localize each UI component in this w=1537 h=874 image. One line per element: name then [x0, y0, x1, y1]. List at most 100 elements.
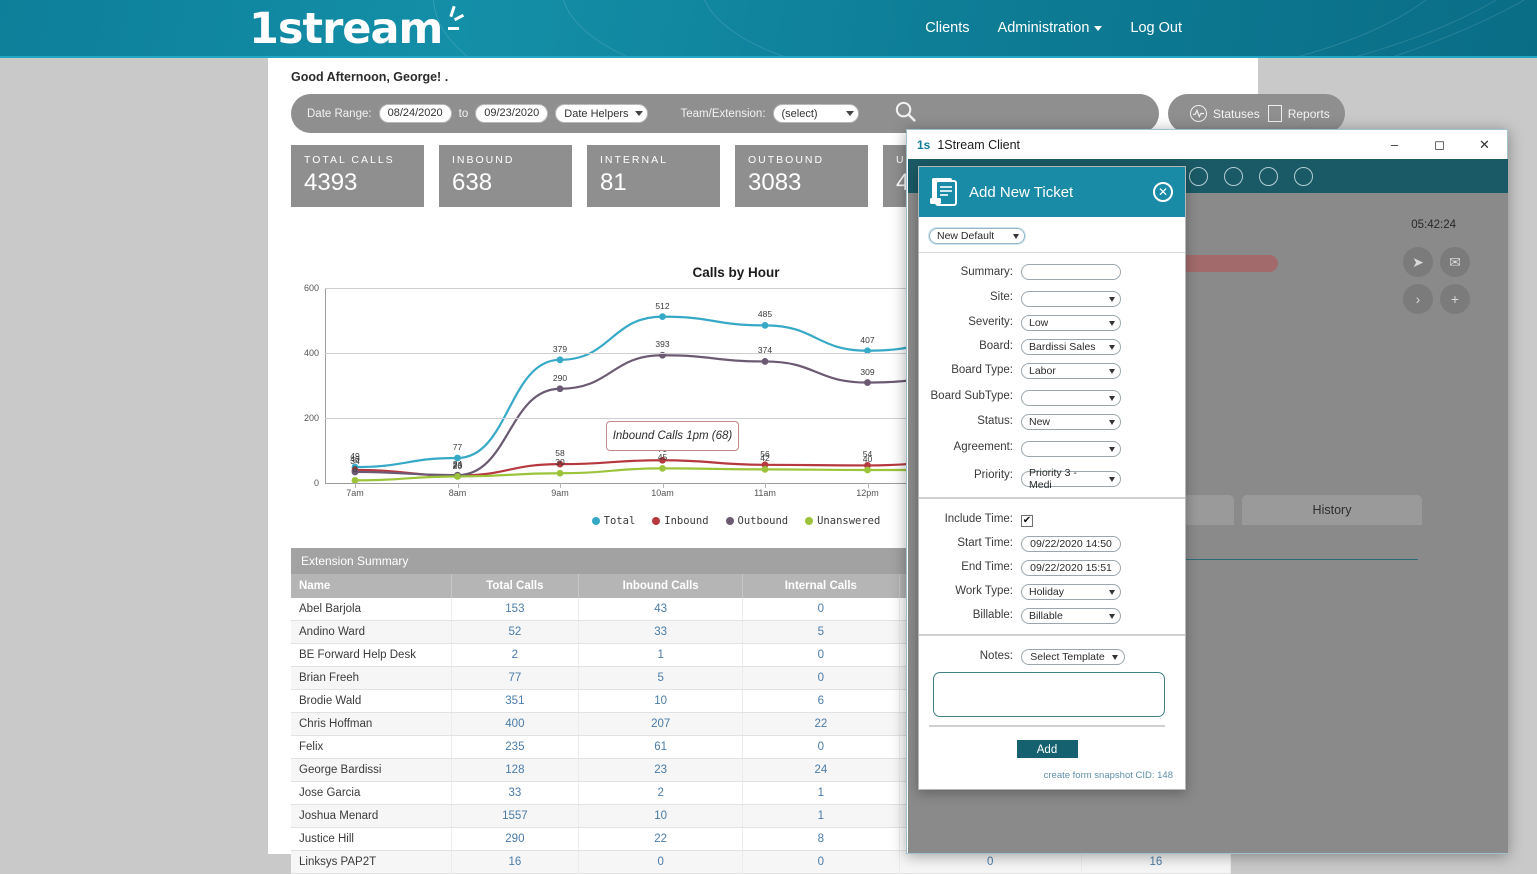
template-select[interactable]: New Default: [929, 228, 1025, 244]
boardsubtype-select[interactable]: [1021, 390, 1121, 406]
table-cell-value[interactable]: 33: [579, 621, 743, 644]
site-select[interactable]: [1021, 291, 1121, 307]
date-to-input[interactable]: 09/23/2020: [475, 104, 548, 123]
table-cell-value[interactable]: 10: [579, 805, 743, 828]
app-logo[interactable]: 1stream: [249, 4, 464, 54]
table-cell-value[interactable]: 153: [451, 598, 579, 621]
table-cell-value[interactable]: 207: [579, 713, 743, 736]
summary-input[interactable]: [1021, 264, 1121, 280]
table-cell-value[interactable]: 2: [579, 782, 743, 805]
legend-item-unanswered[interactable]: Unanswered: [805, 515, 880, 527]
table-cell-value[interactable]: 6: [743, 690, 899, 713]
worktype-select[interactable]: Holiday: [1021, 584, 1121, 600]
team-extension-select[interactable]: (select): [773, 104, 859, 123]
table-cell-value[interactable]: 10: [579, 690, 743, 713]
mail-icon[interactable]: ✉: [1440, 247, 1470, 277]
severity-select[interactable]: Low: [1021, 315, 1121, 331]
field-control: Low: [1021, 313, 1175, 331]
table-column-header[interactable]: Internal Calls: [743, 574, 899, 598]
client-window-titlebar[interactable]: 1s 1Stream Client – ◻ ✕: [907, 130, 1507, 159]
field-control: [1021, 286, 1175, 307]
legend-item-inbound[interactable]: Inbound: [652, 515, 708, 527]
send-icon[interactable]: ➤: [1403, 247, 1433, 277]
table-cell-value[interactable]: 128: [451, 759, 579, 782]
stat-card-inbound[interactable]: INBOUND 638: [439, 145, 572, 207]
table-cell-value[interactable]: 61: [579, 736, 743, 759]
stat-card-total-calls[interactable]: TOTAL CALLS 4393: [291, 145, 424, 207]
stat-card-outbound[interactable]: OUTBOUND 3083: [735, 145, 868, 207]
table-cell-value[interactable]: 23: [579, 759, 743, 782]
template-select-value: New Default: [937, 230, 994, 242]
create-form-snapshot-note[interactable]: create form snapshot CID: 148: [1044, 770, 1173, 781]
field-control: 09/22/2020 15:51: [1021, 558, 1175, 576]
legend-item-outbound[interactable]: Outbound: [726, 515, 789, 527]
table-cell-value[interactable]: 8: [743, 828, 899, 851]
table-cell-value[interactable]: 5: [743, 621, 899, 644]
table-cell-value[interactable]: 1: [743, 805, 899, 828]
table-cell-value[interactable]: 33: [451, 782, 579, 805]
nav-item-administration[interactable]: Administration: [998, 20, 1103, 36]
pulse-icon[interactable]: [1224, 167, 1243, 186]
table-cell-name: Brodie Wald: [291, 690, 451, 713]
legend-color-dot: [592, 517, 600, 525]
table-cell-value[interactable]: 52: [451, 621, 579, 644]
nav-item-log-out[interactable]: Log Out: [1130, 20, 1182, 36]
field-control: [1021, 436, 1175, 457]
minimize-icon[interactable]: –: [1372, 130, 1417, 159]
table-cell-value[interactable]: 0: [743, 736, 899, 759]
table-column-header[interactable]: Total Calls: [451, 574, 579, 598]
statuses-button[interactable]: Statuses: [1190, 105, 1260, 122]
globe-icon[interactable]: [1189, 167, 1208, 186]
notes-textarea[interactable]: [933, 672, 1165, 717]
field-row-site: Site:: [919, 286, 1175, 307]
table-cell-value[interactable]: 400: [451, 713, 579, 736]
priority-select[interactable]: Priority 3 - Medi: [1021, 471, 1121, 487]
ticket-fields-section: Summary:Site:Severity:LowBoard:Bardissi …: [919, 253, 1185, 499]
table-column-header[interactable]: Inbound Calls: [579, 574, 743, 598]
agreement-select[interactable]: [1021, 441, 1121, 457]
help-icon[interactable]: [1259, 167, 1278, 186]
date-from-input[interactable]: 08/24/2020: [379, 104, 452, 123]
add-button[interactable]: Add: [1017, 740, 1078, 758]
search-icon[interactable]: [894, 100, 917, 128]
table-cell-value[interactable]: 0: [743, 598, 899, 621]
close-icon[interactable]: ✕: [1462, 130, 1507, 159]
legend-item-total[interactable]: Total: [592, 515, 636, 527]
tab-history[interactable]: History: [1242, 495, 1422, 525]
stat-card-internal[interactable]: INTERNAL 81: [587, 145, 720, 207]
status-select[interactable]: New: [1021, 414, 1121, 430]
table-cell-value[interactable]: 22: [743, 713, 899, 736]
notes-template-select[interactable]: Select Template: [1021, 649, 1125, 665]
boardtype-select[interactable]: Labor: [1021, 363, 1121, 379]
field-row-endtime: End Time:09/22/2020 15:51: [919, 558, 1175, 576]
table-cell-value[interactable]: 1557: [451, 805, 579, 828]
table-cell-value[interactable]: 351: [451, 690, 579, 713]
starttime-input[interactable]: 09/22/2020 14:50: [1021, 536, 1121, 552]
table-cell-value[interactable]: 22: [579, 828, 743, 851]
next-icon[interactable]: ›: [1403, 284, 1433, 314]
board-select[interactable]: Bardissi Sales: [1021, 339, 1121, 355]
date-helpers-select[interactable]: Date Helpers: [555, 104, 647, 123]
table-cell-value[interactable]: 0: [743, 667, 899, 690]
include-time-checkbox[interactable]: ✔: [1021, 515, 1033, 527]
table-cell-value[interactable]: 0: [743, 644, 899, 667]
table-cell-value[interactable]: 43: [579, 598, 743, 621]
maximize-icon[interactable]: ◻: [1417, 130, 1462, 159]
table-column-header[interactable]: Name: [291, 574, 451, 598]
table-cell-value[interactable]: 77: [451, 667, 579, 690]
stat-card-title: INBOUND: [452, 154, 572, 166]
table-cell-value[interactable]: 2: [451, 644, 579, 667]
table-cell-value[interactable]: 290: [451, 828, 579, 851]
table-cell-value[interactable]: 235: [451, 736, 579, 759]
nav-item-clients[interactable]: Clients: [925, 20, 969, 36]
logout-icon[interactable]: [1294, 167, 1313, 186]
table-cell-value[interactable]: 1: [743, 782, 899, 805]
add-icon[interactable]: +: [1440, 284, 1470, 314]
table-cell-value[interactable]: 1: [579, 644, 743, 667]
close-circle-icon[interactable]: ✕: [1153, 182, 1173, 202]
table-cell-value[interactable]: 24: [743, 759, 899, 782]
endtime-input[interactable]: 09/22/2020 15:51: [1021, 560, 1121, 576]
reports-button[interactable]: Reports: [1268, 105, 1330, 122]
billable-select[interactable]: Billable: [1021, 608, 1121, 624]
table-cell-value[interactable]: 5: [579, 667, 743, 690]
